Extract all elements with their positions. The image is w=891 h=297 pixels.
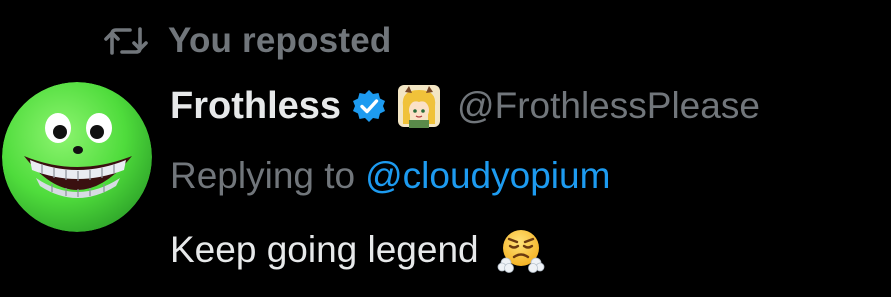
author-handle[interactable]: @FrothlessPlease: [457, 85, 760, 127]
anime-character-emoji-icon: [397, 84, 441, 128]
reply-target-link[interactable]: @cloudyopium: [365, 155, 610, 197]
tweet-card[interactable]: You reposted Frothless @FrothlessPlease …: [0, 0, 891, 297]
avatar[interactable]: [2, 82, 152, 232]
replying-to: Replying to @cloudyopium: [170, 150, 610, 202]
display-name[interactable]: Frothless: [170, 85, 341, 128]
tweet-header: Frothless @FrothlessPlease: [170, 80, 760, 132]
verified-badge-icon[interactable]: [351, 88, 387, 124]
tweet-body: Keep going legend: [170, 222, 545, 278]
repost-icon: [102, 25, 150, 57]
repost-indicator[interactable]: You reposted: [102, 18, 391, 64]
repost-label: You reposted: [168, 21, 392, 60]
face-with-steam-from-nose-emoji-icon: [497, 226, 545, 274]
tweet-text: Keep going legend: [170, 229, 479, 270]
replying-to-label: Replying to: [170, 155, 356, 196]
